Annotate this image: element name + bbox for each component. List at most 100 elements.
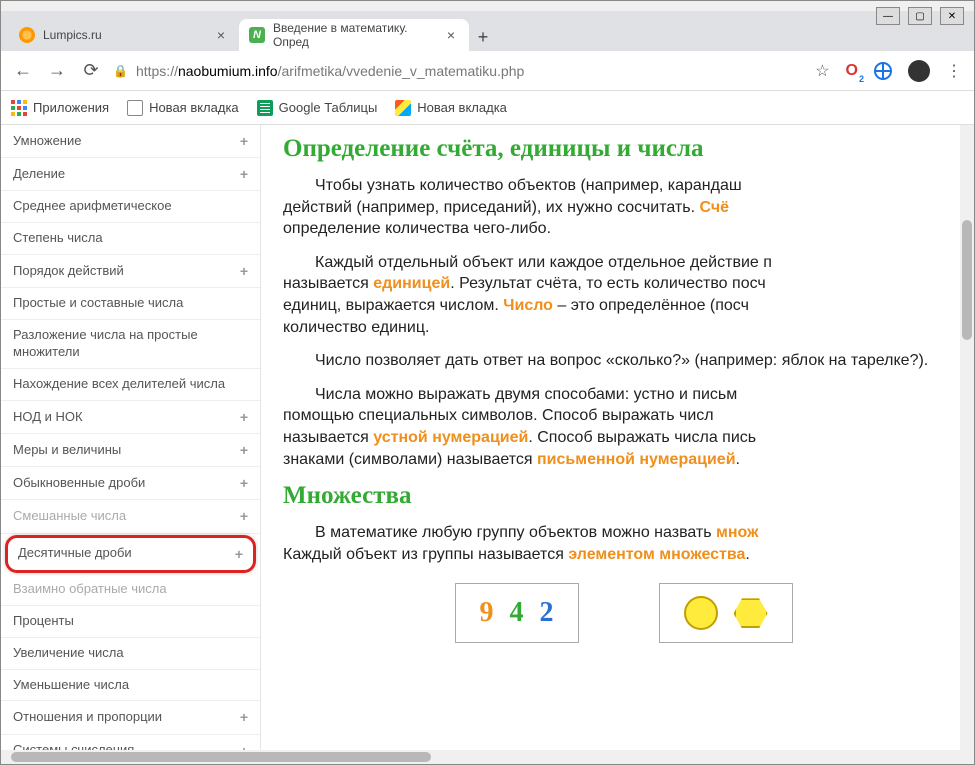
keyword-set: множ	[716, 524, 758, 541]
globe-icon[interactable]	[874, 62, 892, 80]
keyword-count: Счё	[699, 199, 729, 216]
expand-icon[interactable]: +	[240, 408, 248, 426]
browser-window: — ▢ ✕ Lumpics.ru × N Введение в математи…	[0, 0, 975, 765]
sidebar-item[interactable]: Увеличение числа	[1, 638, 260, 670]
url-field[interactable]: 🔒 https://naobumium.info/arifmetika/vved…	[113, 63, 805, 79]
article-main: Определение счёта, единицы и числа Чтобы…	[261, 125, 974, 764]
reload-button[interactable]: ⟳	[79, 59, 103, 83]
tab-label: Lumpics.ru	[43, 28, 102, 42]
close-tab-icon[interactable]: ×	[213, 27, 229, 43]
sidebar-item-label: Меры и величины	[13, 442, 121, 459]
maximize-button[interactable]: ▢	[908, 7, 932, 25]
page-content: Умножение+ Деление + Среднее арифметическое…	[1, 125, 974, 764]
sidebar-item[interactable]: НОД и НОК +	[1, 401, 260, 434]
expand-icon[interactable]: +	[240, 474, 248, 492]
sidebar-item[interactable]: Десятичные дроби +	[5, 535, 256, 573]
figure-digits: 9 4 2	[455, 583, 579, 643]
paragraph: Число позволяет дать ответ на вопрос «ск…	[283, 350, 964, 372]
minimize-button[interactable]: —	[876, 7, 900, 25]
horizontal-scrollbar[interactable]	[1, 750, 974, 764]
bookmark-apps[interactable]: Приложения	[11, 100, 109, 116]
apps-icon	[11, 100, 27, 116]
paragraph: Числа можно выражать двумя способами: ус…	[283, 384, 964, 470]
sidebar-item[interactable]: Деление +	[1, 158, 260, 191]
expand-icon[interactable]: +	[240, 165, 248, 183]
sidebar-item-label: Проценты	[13, 613, 74, 630]
bookmark-label: Новая вкладка	[149, 100, 239, 115]
url-path: /arifmetika/vvedenie_v_matematiku.php	[278, 63, 525, 79]
lock-icon: 🔒	[113, 64, 128, 78]
bookmark-star-icon[interactable]: ☆	[815, 61, 829, 81]
sidebar-item-label: НОД и НОК	[13, 409, 83, 426]
sidebar-item[interactable]: Взаимно обратные числа	[1, 574, 260, 606]
sidebar-item-label: Деление	[13, 166, 65, 183]
sidebar-item-label: Степень числа	[13, 230, 103, 247]
sidebar-item[interactable]: Степень числа	[1, 223, 260, 255]
tab-naobumium[interactable]: N Введение в математику. Опред ×	[239, 19, 469, 51]
expand-icon[interactable]: +	[240, 708, 248, 726]
expand-icon[interactable]: +	[240, 262, 248, 280]
bookmark-label: Приложения	[33, 100, 109, 115]
url-scheme: https://	[136, 63, 178, 79]
bookmark-sheets[interactable]: Google Таблицы	[257, 100, 378, 116]
tab-lumpics[interactable]: Lumpics.ru ×	[9, 19, 239, 51]
expand-icon[interactable]: +	[235, 545, 243, 563]
digit-9: 9	[480, 597, 494, 629]
favicon-icon	[19, 27, 35, 43]
sheets-icon	[257, 100, 273, 116]
paragraph: Чтобы узнать количество объектов (наприм…	[283, 175, 964, 240]
sidebar-item[interactable]: Разложение числа на простые множители	[1, 320, 260, 369]
expand-icon[interactable]: +	[240, 132, 248, 150]
bookmark-label: Новая вкладка	[417, 100, 507, 115]
keyword-oral-numeration: устной нумерацией	[373, 429, 528, 446]
vertical-scrollbar[interactable]	[960, 125, 974, 764]
expand-icon[interactable]: +	[240, 507, 248, 525]
opera-badge-icon[interactable]: O2	[846, 62, 858, 80]
sidebar-item[interactable]: Простые и составные числа	[1, 288, 260, 320]
sidebar-item-label: Увеличение числа	[13, 645, 124, 662]
bookmark-new-tab-2[interactable]: Новая вкладка	[395, 100, 507, 116]
scroll-thumb[interactable]	[11, 752, 431, 762]
sidebar-item-label: Среднее арифметическое	[13, 198, 172, 215]
sidebar-item[interactable]: Уменьшение числа	[1, 670, 260, 702]
back-button[interactable]: ←	[11, 59, 35, 83]
sidebar-item[interactable]: Среднее арифметическое	[1, 191, 260, 223]
close-button[interactable]: ✕	[940, 7, 964, 25]
menu-icon[interactable]: ⋮	[946, 61, 964, 81]
digit-4: 4	[510, 597, 524, 629]
sidebar-item[interactable]: Смешанные числа +	[1, 500, 260, 533]
title-bar	[1, 1, 974, 11]
new-tab-button[interactable]: +	[469, 23, 497, 51]
heading-sets: Множества	[283, 482, 964, 510]
scroll-thumb[interactable]	[962, 220, 972, 340]
sidebar-item[interactable]: Порядок действий+	[1, 255, 260, 288]
profile-avatar[interactable]	[908, 60, 930, 82]
tab-strip: Lumpics.ru × N Введение в математику. Оп…	[1, 11, 974, 51]
picture-icon	[395, 100, 411, 116]
sidebar-item[interactable]: Нахождение всех делителей числа	[1, 369, 260, 401]
figure-shapes	[659, 583, 793, 643]
address-bar: ← → ⟳ 🔒 https://naobumium.info/arifmetik…	[1, 51, 974, 91]
bookmark-new-tab-1[interactable]: Новая вкладка	[127, 100, 239, 116]
keyword-written-numeration: письменной нумерацией	[537, 451, 736, 468]
sidebar-item[interactable]: Проценты	[1, 606, 260, 638]
sidebar-item[interactable]: Отношения и пропорции+	[1, 701, 260, 734]
sidebar-item-label: Десятичные дроби	[18, 545, 132, 562]
window-controls: — ▢ ✕	[876, 7, 964, 25]
sidebar-item-label: Взаимно обратные числа	[13, 581, 167, 598]
expand-icon[interactable]: +	[240, 441, 248, 459]
sidebar-item-label: Нахождение всех делителей числа	[13, 376, 225, 393]
sidebar-item[interactable]: Умножение+	[1, 125, 260, 158]
sidebar-item[interactable]: Обыкновенные дроби +	[1, 467, 260, 500]
sidebar-item-label: Смешанные числа	[13, 508, 126, 525]
sidebar-nav: Умножение+ Деление + Среднее арифметическое…	[1, 125, 261, 764]
paragraph: Каждый отдельный объект или каждое отдел…	[283, 252, 964, 338]
sidebar-item[interactable]: Меры и величины +	[1, 434, 260, 467]
paragraph: В математике любую группу объектов можно…	[283, 522, 964, 565]
page-icon	[127, 100, 143, 116]
sidebar-item-label: Обыкновенные дроби	[13, 475, 145, 492]
circle-shape-icon	[684, 596, 718, 630]
close-tab-icon[interactable]: ×	[443, 27, 459, 43]
forward-button[interactable]: →	[45, 59, 69, 83]
digit-2: 2	[540, 597, 554, 629]
